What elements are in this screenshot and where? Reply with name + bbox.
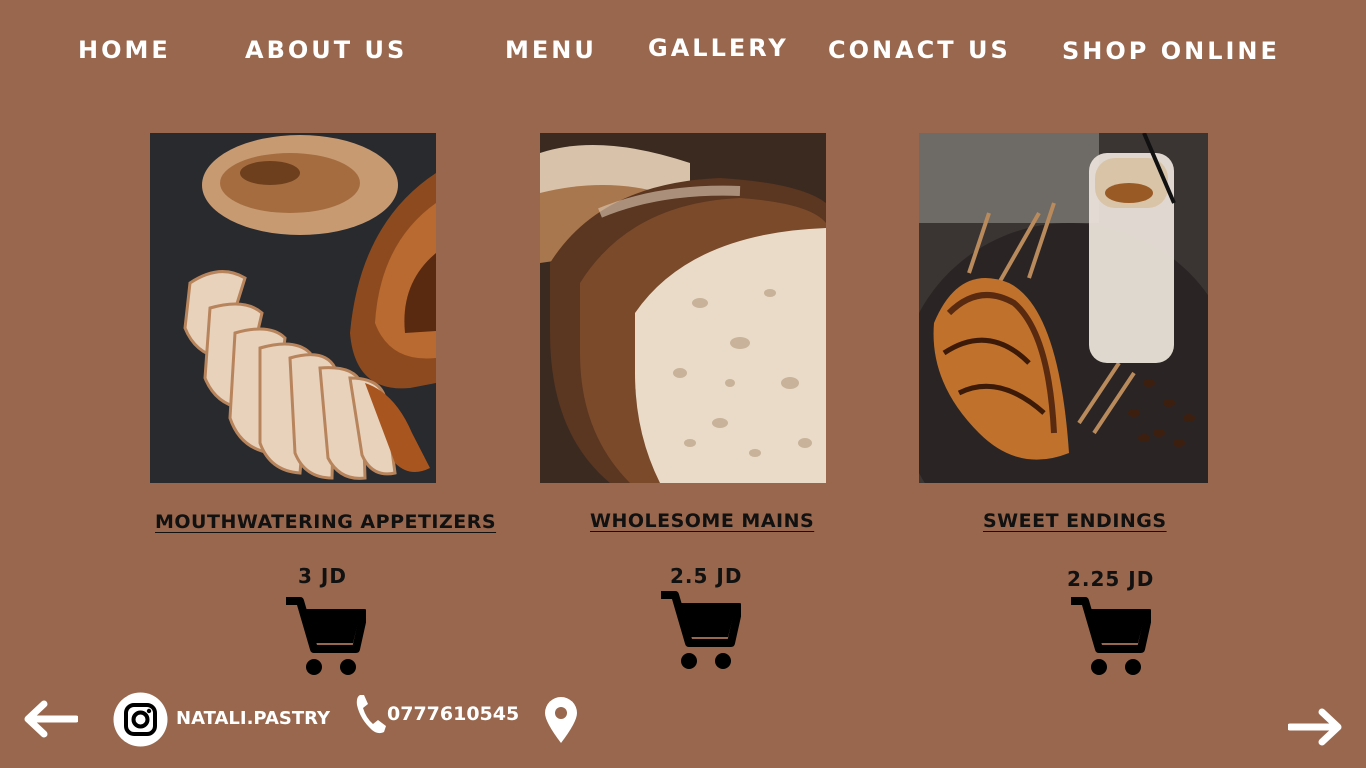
product-title[interactable]: MOUTHWATERING APPETIZERS: [155, 511, 496, 533]
nav-menu[interactable]: MENU: [505, 36, 597, 64]
location-pin-icon[interactable]: [543, 696, 579, 744]
instagram-handle[interactable]: NATALI.PASTRY: [176, 708, 330, 729]
cart-icon[interactable]: [284, 597, 366, 677]
product-title[interactable]: SWEET ENDINGS: [983, 510, 1167, 532]
cart-icon[interactable]: [1069, 597, 1151, 677]
product-price: 2.5 JD: [670, 564, 743, 588]
nav-shop-online[interactable]: SHOP ONLINE: [1062, 37, 1280, 65]
arrow-right-icon[interactable]: [1288, 708, 1344, 746]
arrow-left-icon[interactable]: [22, 700, 78, 738]
product-image-grilled-chicken: [150, 133, 436, 483]
nav-contact-us[interactable]: CONACT US: [828, 36, 1011, 64]
phone-icon: [354, 693, 388, 735]
product-price: 3 JD: [298, 564, 347, 588]
instagram-icon[interactable]: [113, 692, 168, 747]
cart-icon[interactable]: [659, 591, 741, 671]
nav-gallery[interactable]: GALLERY: [648, 34, 789, 62]
nav-home[interactable]: HOME: [78, 36, 171, 64]
product-price: 2.25 JD: [1067, 567, 1155, 591]
nav-about-us[interactable]: ABOUT US: [245, 36, 407, 64]
product-image-croissant-and-latte: [919, 133, 1208, 483]
product-image-sourdough-bread: [540, 133, 826, 483]
phone-number[interactable]: 0777610545: [387, 703, 519, 725]
product-title[interactable]: WHOLESOME MAINS: [590, 510, 814, 532]
